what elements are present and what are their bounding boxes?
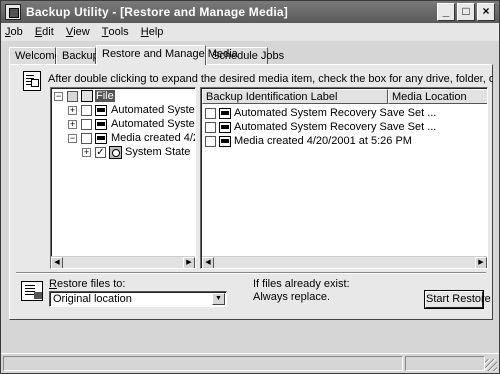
list-horizontal-scrollbar[interactable]: ◀ ▶	[202, 256, 487, 268]
status-pane-secondary	[405, 356, 485, 371]
window-title: Backup Utility - [Restore and Manage Med…	[26, 5, 288, 19]
scroll-left-icon[interactable]: ◀	[202, 257, 214, 268]
tree-root-label[interactable]: File	[95, 90, 115, 102]
scroll-right-icon[interactable]: ▶	[183, 257, 195, 268]
menu-tools[interactable]: Tools	[98, 23, 134, 38]
restore-location-value: Original location	[53, 293, 132, 305]
menu-help[interactable]: Help	[137, 23, 169, 38]
menu-bar: Job Edit View Tools Help	[1, 23, 499, 41]
menu-job[interactable]: Job	[1, 23, 28, 38]
if-files-exist-label: If files already exist:	[253, 278, 350, 290]
instruction-text: After double clicking to expand the desi…	[48, 73, 493, 85]
tree-item-label[interactable]: Automated System Re	[111, 118, 195, 130]
restore-files-to-label: Restore files to:	[49, 278, 126, 290]
tree-root-checkbox[interactable]	[67, 91, 78, 102]
expand-icon[interactable]: +	[82, 148, 91, 157]
if-files-exist-value: Always replace.	[253, 291, 331, 303]
tab-restore-and-manage-media[interactable]: Restore and Manage Media	[96, 45, 238, 65]
backup-set-icon	[95, 105, 107, 116]
tree-item-label[interactable]: Automated System Re	[111, 104, 195, 116]
status-pane-main	[3, 356, 403, 371]
restore-tab-panel: After double clicking to expand the desi…	[9, 64, 493, 320]
expand-icon[interactable]: +	[68, 120, 77, 129]
list-item[interactable]: Automated System Recovery Save Set ...	[205, 121, 485, 134]
tree-child-label[interactable]: System State	[125, 146, 190, 158]
media-tree[interactable]: − File + Automated System Re + Automated…	[50, 87, 196, 269]
list-item[interactable]: Media created 4/20/2001 at 5:26 PM	[205, 135, 485, 148]
menu-edit[interactable]: Edit	[31, 23, 59, 38]
system-state-checkbox[interactable]: ✓	[95, 147, 106, 158]
resize-grip-icon[interactable]	[485, 359, 497, 371]
list-header: Backup Identification Label Media Locati…	[202, 89, 487, 104]
list-item-checkbox[interactable]	[205, 108, 216, 119]
column-header-backup-label[interactable]: Backup Identification Label	[202, 89, 388, 104]
scroll-right-icon[interactable]: ▶	[475, 257, 487, 268]
start-restore-button[interactable]: Start Restore	[425, 291, 491, 308]
checklist-icon	[23, 71, 41, 91]
backup-set-icon	[95, 119, 107, 130]
list-item-checkbox[interactable]	[205, 136, 216, 147]
backup-set-icon	[219, 136, 231, 147]
tree-item-checkbox[interactable]	[81, 133, 92, 144]
list-item[interactable]: Automated System Recovery Save Set ...	[205, 107, 485, 120]
collapse-icon[interactable]: −	[54, 92, 63, 101]
collapse-icon[interactable]: −	[68, 134, 77, 143]
backup-set-icon	[219, 108, 231, 119]
tab-backup[interactable]: Backup	[56, 47, 99, 64]
status-bar	[1, 353, 499, 373]
tab-welcome[interactable]: Welcome	[9, 47, 61, 64]
backup-utility-window: Backup Utility - [Restore and Manage Med…	[0, 0, 500, 374]
list-item-label: Automated System Recovery Save Set ...	[234, 121, 437, 133]
minimize-button[interactable]: _	[437, 3, 455, 21]
backup-set-icon	[219, 122, 231, 133]
system-state-icon	[109, 146, 122, 159]
section-divider	[16, 272, 486, 274]
tree-item-checkbox[interactable]	[81, 105, 92, 116]
tree-item-label[interactable]: Media created 4/20/2	[111, 132, 195, 144]
file-media-icon	[81, 90, 93, 102]
close-button[interactable]: ×	[477, 3, 495, 21]
maximize-button[interactable]: □	[457, 3, 475, 21]
restore-location-select[interactable]: Original location ▼	[49, 291, 227, 307]
list-item-label: Media created 4/20/2001 at 5:26 PM	[234, 135, 412, 147]
media-list[interactable]: Backup Identification Label Media Locati…	[200, 87, 488, 269]
tree-horizontal-scrollbar[interactable]: ◀ ▶	[51, 256, 195, 268]
menu-view[interactable]: View	[62, 23, 95, 38]
backup-set-icon	[95, 133, 107, 144]
backup-app-icon	[5, 4, 21, 20]
title-bar[interactable]: Backup Utility - [Restore and Manage Med…	[1, 1, 499, 23]
column-header-media-location[interactable]: Media Location	[388, 89, 487, 104]
scroll-left-icon[interactable]: ◀	[51, 257, 63, 268]
expand-icon[interactable]: +	[68, 106, 77, 115]
list-item-checkbox[interactable]	[205, 122, 216, 133]
chevron-down-icon[interactable]: ▼	[212, 293, 225, 305]
restore-document-icon	[21, 281, 43, 301]
tree-item-checkbox[interactable]	[81, 119, 92, 130]
list-item-label: Automated System Recovery Save Set ...	[234, 107, 437, 119]
